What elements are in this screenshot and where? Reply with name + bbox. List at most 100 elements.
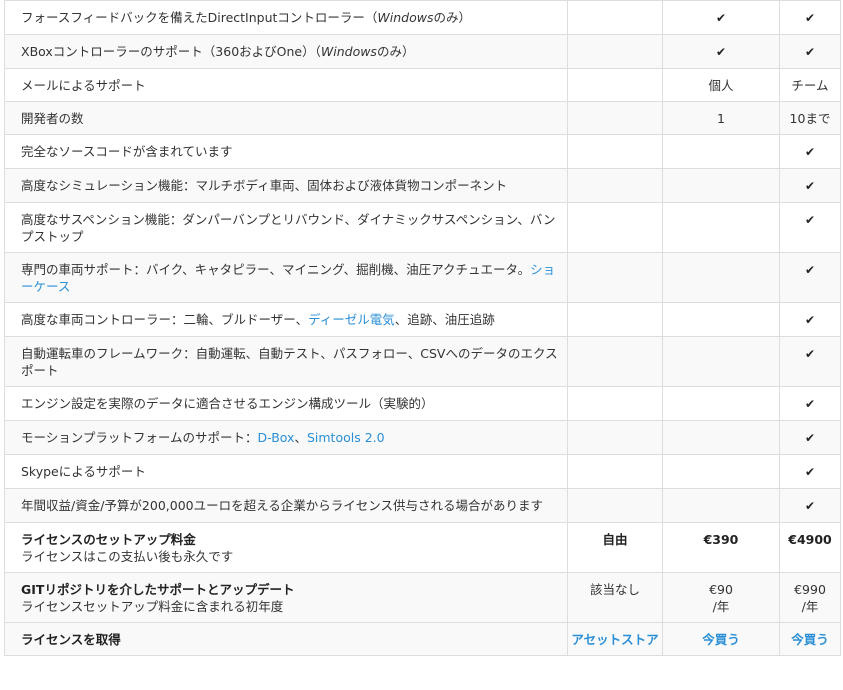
pro-tier-cell (662, 454, 780, 489)
asset-store-button[interactable]: アセットストア (571, 632, 658, 647)
enterprise-tier-cell: ✔ (779, 134, 841, 169)
check-icon: ✔ (804, 179, 816, 193)
feature-link[interactable]: Simtools 2.0 (307, 430, 385, 445)
pro-tier-cell: ✔ (662, 34, 780, 69)
feature-text: フォースフィードバックを備えたDirectInputコントローラー（ (21, 10, 378, 25)
check-icon: ✔ (804, 45, 816, 59)
enterprise-tier-cell: ✔ (779, 386, 841, 421)
tier-value: 個人 (708, 78, 734, 93)
free-tier-cell (567, 302, 663, 337)
free-tier-cell: アセットストア (567, 622, 663, 656)
feature-text-italic: Windows (320, 44, 377, 59)
feature-label: XBoxコントローラーのサポート（360およびOne）（Windowsのみ） (4, 34, 568, 69)
free-tier-cell (567, 202, 663, 253)
feature-label: Skypeによるサポート (4, 454, 568, 489)
free-tier-cell (567, 168, 663, 203)
price-value: €90 /年 (709, 582, 733, 614)
price-value: €4900 (788, 532, 832, 547)
feature-text: 、 (294, 430, 307, 445)
row-subtitle: ライセンスセットアップ料金に含まれる初年度 (21, 599, 284, 614)
license-comparison-table: フォースフィードバックを備えたDirectInputコントローラー（Window… (4, 0, 841, 656)
feature-row: Skypeによるサポート ✔ (4, 454, 841, 489)
feature-row: 高度な車両コントローラー：二輪、ブルドーザー、ディーゼル電気、追跡、油圧追跡 ✔ (4, 302, 841, 337)
check-icon: ✔ (804, 145, 816, 159)
free-tier-cell (567, 101, 663, 135)
feature-row: XBoxコントローラーのサポート（360およびOne）（Windowsのみ） ✔ ✔ (4, 34, 841, 69)
feature-label: メールによるサポート (4, 68, 568, 102)
pro-tier-cell: 1 (662, 101, 780, 135)
buy-now-button[interactable]: 今買う (791, 632, 829, 647)
price-value: 該当なし (589, 582, 640, 597)
row-title: ライセンスを取得 (21, 632, 121, 647)
check-icon: ✔ (804, 465, 816, 479)
row-title: ライセンスのセットアップ料金 (21, 532, 196, 547)
pro-tier-cell (662, 488, 780, 523)
pro-tier-cell (662, 202, 780, 253)
pro-tier-cell: ✔ (662, 0, 780, 35)
enterprise-tier-cell: チーム (779, 68, 841, 102)
check-icon: ✔ (804, 263, 816, 277)
feature-label: 開発者の数 (4, 101, 568, 135)
feature-row: フォースフィードバックを備えたDirectInputコントローラー（Window… (4, 0, 841, 35)
feature-text: 高度なサスペンション機能：ダンパーバンプとリバウンド、ダイナミックサスペンション… (21, 212, 556, 244)
feature-label: 自動運転車のフレームワーク：自動運転、自動テスト、パスフォロー、CSVへのデータ… (4, 336, 568, 387)
free-tier-cell (567, 420, 663, 455)
feature-row: 高度なシミュレーション機能：マルチボディ車両、固体および液体貨物コンポーネント ✔ (4, 168, 841, 203)
check-icon: ✔ (804, 397, 816, 411)
feature-label: 高度な車両コントローラー：二輪、ブルドーザー、ディーゼル電気、追跡、油圧追跡 (4, 302, 568, 337)
feature-text: 自動運転車のフレームワーク：自動運転、自動テスト、パスフォロー、CSVへのデータ… (21, 346, 558, 378)
price-value: €390 (703, 532, 739, 547)
enterprise-tier-cell: ✔ (779, 336, 841, 387)
feature-text: 、追跡、油圧追跡 (394, 312, 495, 327)
pro-tier-cell: 今買う (662, 622, 780, 656)
check-icon: ✔ (804, 431, 816, 445)
enterprise-tier-cell: ✔ (779, 34, 841, 69)
pro-tier-cell (662, 336, 780, 387)
feature-text: Skypeによるサポート (21, 464, 146, 479)
pro-tier-cell (662, 134, 780, 169)
feature-text: 年間収益/資金/予算が200,000ユーロを超える企業からライセンス供与される場… (21, 498, 543, 513)
enterprise-tier-cell: ✔ (779, 202, 841, 253)
enterprise-tier-cell: ✔ (779, 488, 841, 523)
tier-value: 10まで (789, 111, 831, 126)
enterprise-tier-cell: 10まで (779, 101, 841, 135)
feature-row: 専門の車両サポート：バイク、キャタピラー、マイニング、掘削機、油圧アクチュエータ… (4, 252, 841, 303)
tier-value: チーム (791, 78, 829, 93)
feature-link[interactable]: D-Box (258, 430, 295, 445)
free-tier-cell (567, 252, 663, 303)
enterprise-tier-cell: €4900 (779, 522, 841, 573)
free-tier-cell (567, 336, 663, 387)
pro-tier-cell: €90 /年 (662, 572, 780, 623)
free-tier-cell (567, 454, 663, 489)
git-support-row-label: GITリポジトリを介したサポートとアップデート ライセンスセットアップ料金に含まれ… (4, 572, 568, 623)
free-tier-cell: 該当なし (567, 572, 663, 623)
feature-text: のみ） (376, 44, 415, 59)
feature-row: メールによるサポート 個人 チーム (4, 68, 841, 102)
check-icon: ✔ (804, 347, 816, 361)
feature-label: 高度なシミュレーション機能：マルチボディ車両、固体および液体貨物コンポーネント (4, 168, 568, 203)
feature-row: 高度なサスペンション機能：ダンパーバンプとリバウンド、ダイナミックサスペンション… (4, 202, 841, 253)
check-icon: ✔ (715, 45, 727, 59)
get-license-row-label: ライセンスを取得 (4, 622, 568, 656)
check-icon: ✔ (804, 313, 816, 327)
pro-tier-cell (662, 420, 780, 455)
feature-text-italic: Windows (377, 10, 434, 25)
row-subtitle: ライセンスはこの支払い後も永久です (21, 549, 234, 564)
price-value: €990 /年 (794, 582, 826, 614)
feature-row: 自動運転車のフレームワーク：自動運転、自動テスト、パスフォロー、CSVへのデータ… (4, 336, 841, 387)
free-tier-cell (567, 68, 663, 102)
pro-tier-cell (662, 252, 780, 303)
feature-text: モーションプラットフォームのサポート： (21, 430, 258, 445)
free-tier-cell (567, 34, 663, 69)
feature-link[interactable]: ディーゼル電気 (308, 312, 395, 327)
feature-label: 年間収益/資金/予算が200,000ユーロを超える企業からライセンス供与される場… (4, 488, 568, 523)
free-tier-cell (567, 134, 663, 169)
enterprise-tier-cell: ✔ (779, 252, 841, 303)
feature-label: 高度なサスペンション機能：ダンパーバンプとリバウンド、ダイナミックサスペンション… (4, 202, 568, 253)
feature-label: フォースフィードバックを備えたDirectInputコントローラー（Window… (4, 0, 568, 35)
feature-text: メールによるサポート (21, 78, 146, 93)
free-tier-cell (567, 386, 663, 421)
buy-now-button[interactable]: 今買う (702, 632, 740, 647)
pro-tier-cell: €390 (662, 522, 780, 573)
feature-label: 専門の車両サポート：バイク、キャタピラー、マイニング、掘削機、油圧アクチュエータ… (4, 252, 568, 303)
